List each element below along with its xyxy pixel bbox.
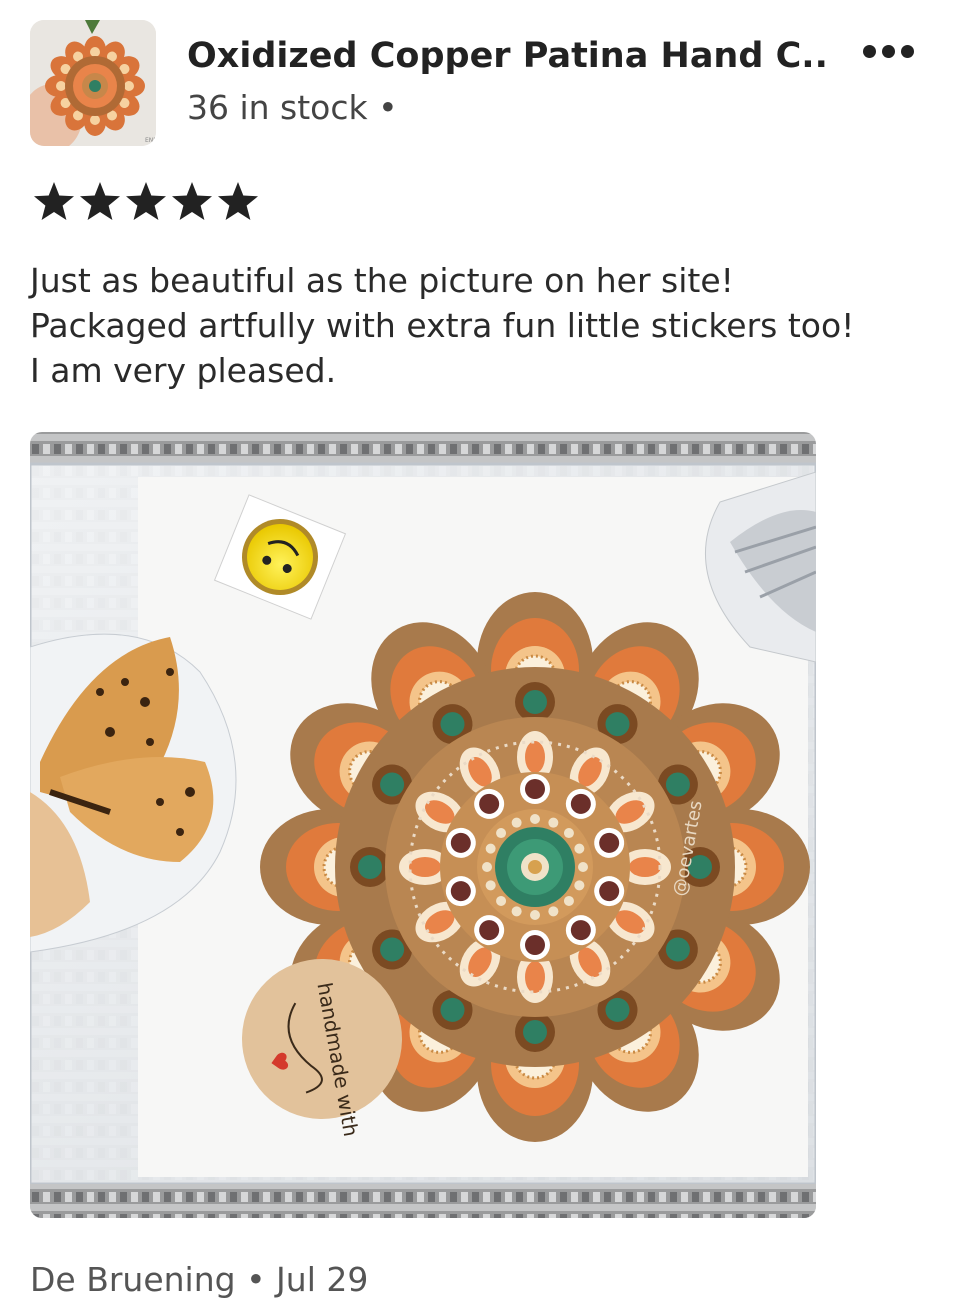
mandala-thumbnail-icon: ENEGI	[30, 20, 156, 146]
review-photo-image: @oevartes handmade with	[30, 432, 816, 1218]
star-icon	[34, 182, 74, 220]
review-photo[interactable]: @oevartes handmade with	[30, 432, 816, 1218]
star-rating	[32, 180, 260, 224]
more-options-icon[interactable]	[858, 36, 918, 66]
stock-status: 36 in stock •	[187, 88, 398, 127]
review-date: Jul 29	[276, 1260, 369, 1299]
more-dot	[900, 44, 914, 58]
more-dot	[862, 44, 876, 58]
review-line: Just as beautiful as the picture on her …	[30, 261, 734, 300]
review-footer: De Bruening • Jul 29	[30, 1258, 368, 1302]
svg-text:ENEGI: ENEGI	[145, 137, 156, 144]
star-icon	[172, 182, 212, 220]
listing-thumbnail[interactable]: ENEGI	[30, 20, 156, 146]
more-dot	[881, 44, 895, 58]
footer-separator: •	[246, 1260, 266, 1299]
review-line: Packaged artfully with extra fun little …	[30, 306, 855, 345]
review-line: I am very pleased.	[30, 351, 337, 390]
star-icon	[126, 182, 166, 220]
listing-title[interactable]: Oxidized Copper Patina Hand C...	[187, 34, 827, 78]
review-author[interactable]: De Bruening	[30, 1260, 236, 1299]
star-icon	[80, 182, 120, 220]
star-icon	[218, 182, 258, 220]
review-text: Just as beautiful as the picture on her …	[30, 258, 950, 393]
